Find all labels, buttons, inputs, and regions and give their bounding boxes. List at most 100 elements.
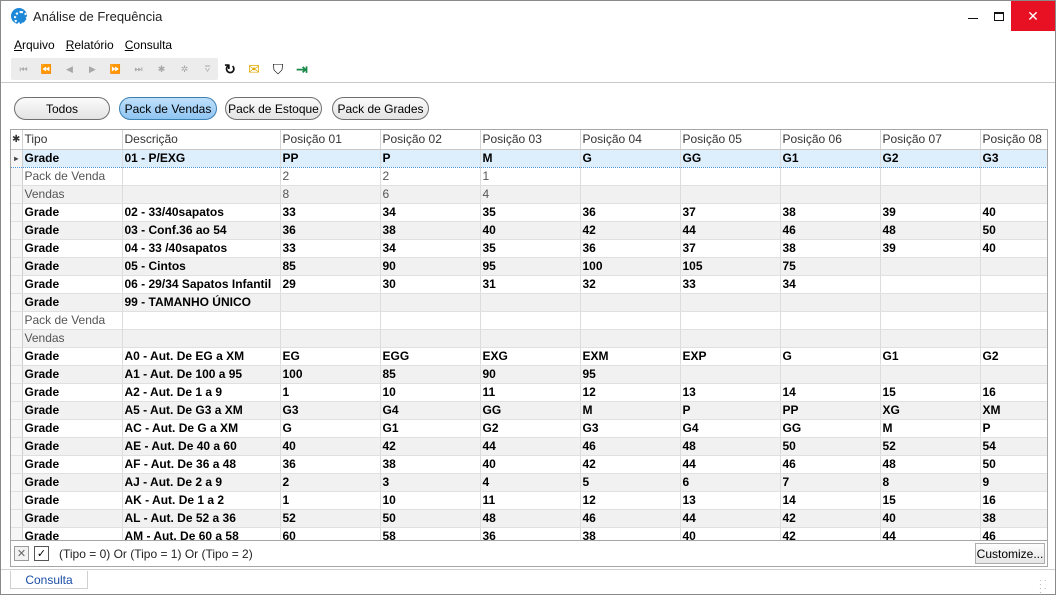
pill-pack-de-vendas[interactable]: Pack de Vendas [119, 97, 217, 120]
grid-cell[interactable]: 34 [780, 275, 881, 294]
grid-cell[interactable]: P [680, 401, 781, 420]
grid-cell[interactable]: 50 [980, 455, 1047, 474]
grid-cell[interactable] [122, 311, 281, 330]
grid-cell[interactable]: 38 [380, 221, 481, 240]
column-header-tipo[interactable]: Tipo [22, 130, 123, 150]
row-indicator[interactable] [11, 437, 23, 456]
grid-cell[interactable] [980, 311, 1047, 330]
grid-cell[interactable] [980, 365, 1047, 384]
first-record-icon[interactable]: ⏮ [11, 59, 34, 79]
grid-cell[interactable]: 35 [480, 239, 581, 258]
row-indicator[interactable] [11, 329, 23, 348]
table-row[interactable]: Grade A0 - Aut. De EG a XM EG EGG EXG EXM EXP G… [11, 347, 1047, 366]
tab-consulta[interactable]: Consulta [10, 571, 88, 589]
grid-cell[interactable]: Grade [22, 275, 123, 294]
grid-cell[interactable]: Grade [22, 293, 123, 312]
grid-cell[interactable]: 48 [680, 437, 781, 456]
grid-cell[interactable] [880, 311, 981, 330]
table-row[interactable]: Grade AL - Aut. De 52 a 36 52 50 48 46 44 42 40 3… [11, 509, 1047, 528]
grid-cell[interactable]: 36 [480, 527, 581, 540]
grid-corner-icon[interactable]: ✱ [11, 130, 23, 150]
table-row[interactable]: Grade 99 - TAMANHO ÚNICO [11, 293, 1047, 312]
grid-cell[interactable]: EXG [480, 347, 581, 366]
grid-cell[interactable]: 52 [280, 509, 381, 528]
grid-cell[interactable]: M [880, 419, 981, 438]
grid-cell[interactable]: 37 [680, 203, 781, 222]
grid-cell[interactable]: Grade [22, 455, 123, 474]
grid-cell[interactable]: 100 [280, 365, 381, 384]
customize-button[interactable]: Customize... [975, 543, 1045, 564]
row-indicator[interactable] [11, 239, 23, 258]
grid-cell[interactable]: 90 [380, 257, 481, 276]
grid-cell[interactable]: Grade [22, 491, 123, 510]
grid-cell[interactable]: 16 [980, 491, 1047, 510]
table-row[interactable]: Pack de Venda 2 2 1 [11, 167, 1047, 186]
row-indicator[interactable] [11, 527, 23, 540]
grid-cell[interactable]: 2 [280, 167, 381, 186]
grid-cell[interactable] [980, 329, 1047, 348]
grid-cell[interactable]: 60 [280, 527, 381, 540]
table-row[interactable]: Grade 03 - Conf.36 ao 54 36 38 40 42 44 46 48 50 [11, 221, 1047, 240]
prior-page-icon[interactable]: ⏪ [34, 59, 57, 79]
grid-cell[interactable]: 6 [380, 185, 481, 204]
grid-cell[interactable]: Grade [22, 148, 123, 168]
grid-cell[interactable]: 29 [280, 275, 381, 294]
grid-cell[interactable]: 46 [980, 527, 1047, 540]
grid-cell[interactable]: 42 [580, 455, 681, 474]
grid-cell[interactable] [380, 311, 481, 330]
grid-cell[interactable]: G2 [880, 148, 981, 168]
grid-cell[interactable]: G1 [880, 347, 981, 366]
grid-cell[interactable]: Grade [22, 419, 123, 438]
row-indicator[interactable]: ▸ [11, 148, 23, 168]
grid-cell[interactable]: A1 - Aut. De 100 a 95 [122, 365, 281, 384]
grid-cell[interactable] [680, 293, 781, 312]
grid-cell[interactable] [680, 311, 781, 330]
next-record-icon[interactable]: ▶ [80, 59, 103, 79]
grid-cell[interactable]: 12 [580, 491, 681, 510]
grid-cell[interactable] [980, 257, 1047, 276]
grid-cell[interactable]: 11 [480, 491, 581, 510]
grid-cell[interactable]: 33 [280, 203, 381, 222]
grid-cell[interactable]: Grade [22, 203, 123, 222]
table-row[interactable]: Grade 04 - 33 /40sapatos 33 34 35 36 37 38 39 40 [11, 239, 1047, 258]
exit-icon[interactable]: ⇥ [290, 58, 314, 80]
grid-cell[interactable]: G4 [380, 401, 481, 420]
row-indicator[interactable] [11, 455, 23, 474]
grid-cell[interactable]: P [380, 148, 481, 168]
grid-cell[interactable] [480, 311, 581, 330]
column-header-posi-o-02[interactable]: Posição 02 [380, 130, 481, 150]
column-header-descri-o[interactable]: Descrição [122, 130, 281, 150]
delete-record-icon[interactable]: ⩢ [195, 59, 218, 79]
prior-record-icon[interactable]: ◀ [57, 59, 80, 79]
grid-cell[interactable]: 15 [880, 383, 981, 402]
grid-cell[interactable]: AL - Aut. De 52 a 36 [122, 509, 281, 528]
grid-cell[interactable]: 33 [280, 239, 381, 258]
grid-cell[interactable]: 40 [480, 221, 581, 240]
grid-cell[interactable]: XG [880, 401, 981, 420]
menu-consulta[interactable]: Consulta [125, 38, 172, 54]
grid-cell[interactable]: 31 [480, 275, 581, 294]
grid-cell[interactable]: 100 [580, 257, 681, 276]
table-row[interactable]: Pack de Venda [11, 311, 1047, 330]
grid-cell[interactable]: 48 [880, 455, 981, 474]
grid-cell[interactable]: 1 [480, 167, 581, 186]
grid-cell[interactable]: 58 [380, 527, 481, 540]
grid-cell[interactable]: 99 - TAMANHO ÚNICO [122, 293, 281, 312]
row-indicator[interactable] [11, 419, 23, 438]
table-row[interactable]: Grade AC - Aut. De G a XM G G1 G2 G3 G4 GG M P [11, 419, 1047, 438]
grid-cell[interactable] [780, 293, 881, 312]
grid-cell[interactable]: G3 [280, 401, 381, 420]
grid-cell[interactable]: M [580, 401, 681, 420]
grid-cell[interactable] [880, 167, 981, 186]
resize-grip-icon[interactable]: · · · · · · [1039, 577, 1051, 597]
grid-cell[interactable]: M [480, 148, 581, 168]
row-indicator[interactable] [11, 401, 23, 420]
grid-cell[interactable]: EXP [680, 347, 781, 366]
grid-cell[interactable] [880, 257, 981, 276]
row-indicator[interactable] [11, 203, 23, 222]
grid-cell[interactable]: EG [280, 347, 381, 366]
grid-cell[interactable]: 14 [780, 383, 881, 402]
grid-cell[interactable]: A2 - Aut. De 1 a 9 [122, 383, 281, 402]
grid-cell[interactable]: G2 [480, 419, 581, 438]
grid-cell[interactable]: 95 [580, 365, 681, 384]
